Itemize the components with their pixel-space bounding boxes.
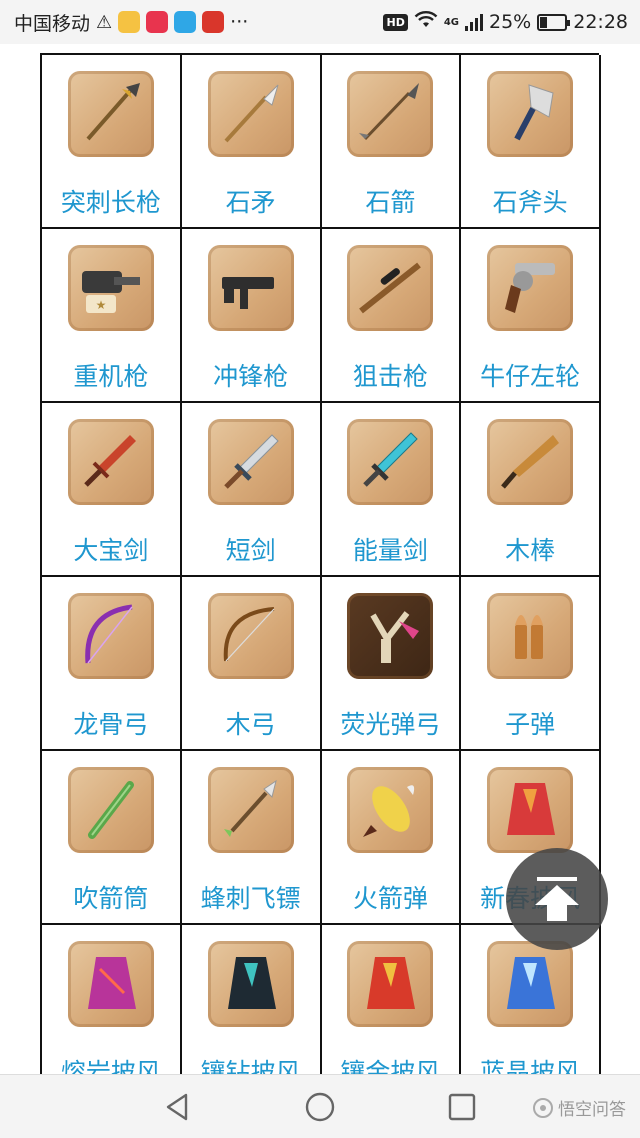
submachine-gun-icon [207, 245, 294, 331]
great-sword-icon [67, 419, 154, 505]
weapon-label: 木弓 [225, 710, 276, 739]
rocket-icon [347, 767, 434, 853]
weapon-cell[interactable]: 蓝晶披风 [461, 925, 601, 1074]
weapon-label: 镶钻披风 [200, 1058, 301, 1074]
weapon-label: 短剑 [225, 536, 276, 565]
diamond-cape-icon [207, 941, 294, 1027]
back-triangle-icon [166, 1093, 188, 1121]
weapon-cell[interactable]: 木弓 [181, 577, 322, 751]
weapon-label: 能量剑 [352, 536, 428, 565]
red-cape-icon [487, 767, 574, 853]
hd-badge: HD [383, 13, 408, 31]
weapon-label: 蓝晶披风 [480, 1058, 581, 1074]
weapon-cell[interactable]: 蜂刺飞镖 [181, 751, 322, 925]
weapon-label: 石斧头 [492, 188, 568, 217]
weapon-cell[interactable]: 石矛 [181, 55, 322, 229]
weapon-label: 木棒 [505, 536, 556, 565]
weapon-cell[interactable]: 吹箭筒 [42, 751, 182, 925]
battery-percent: 25% [489, 11, 532, 33]
weapon-label: 蜂刺飞镖 [200, 884, 301, 913]
weapon-cell[interactable]: 大宝剑 [42, 403, 182, 577]
carrier-text: 中国移动 [14, 12, 91, 35]
news-app-icon [202, 11, 225, 33]
recents-button[interactable] [446, 1091, 478, 1123]
wifi-icon [414, 10, 438, 34]
video-app-icon [146, 11, 169, 33]
home-circle-icon [305, 1092, 335, 1122]
weapon-cell[interactable]: 突刺长枪 [42, 55, 182, 229]
weapon-label: 重机枪 [73, 362, 149, 391]
watermark-logo-icon [533, 1097, 553, 1118]
gold-cape-icon [347, 941, 434, 1027]
weapon-label: 大宝剑 [73, 536, 149, 565]
heavy-machine-gun-icon: ★ [67, 245, 154, 331]
wooden-club-icon [487, 419, 574, 505]
weapon-label: 牛仔左轮 [480, 362, 581, 391]
chat-app-icon [174, 11, 197, 33]
status-bar: 中国移动 ⚠ ··· HD 4G 25% 22:28 [0, 0, 640, 44]
network-type: 4G [443, 16, 459, 28]
weapon-cell[interactable]: 狙击枪 [321, 229, 462, 403]
weapon-cell[interactable]: 牛仔左轮 [461, 229, 601, 403]
stone-spear-icon [207, 71, 294, 157]
signal-icon [465, 13, 483, 31]
back-to-top-button[interactable] [506, 848, 608, 950]
weapon-label: 火箭弹 [352, 884, 428, 913]
home-button[interactable] [304, 1091, 336, 1123]
weapon-label: 荧光弹弓 [340, 710, 441, 739]
battery-icon [537, 13, 571, 31]
dragon-bow-icon [67, 593, 154, 679]
weapon-cell[interactable]: 熔岩披风 [42, 925, 182, 1074]
stone-arrow-icon [347, 71, 434, 157]
blowgun-icon [67, 767, 154, 853]
clock: 22:28 [573, 11, 628, 33]
stone-axe-icon [487, 71, 574, 157]
weapon-label: 熔岩披风 [60, 1058, 161, 1074]
weibo-icon [118, 11, 141, 33]
weapon-cell[interactable]: 木棒 [461, 403, 601, 577]
weapon-label: 镶金披风 [340, 1058, 441, 1074]
lava-cape-icon [67, 941, 154, 1027]
weapon-cell[interactable]: 镶金披风 [322, 925, 462, 1074]
weapon-label: 吹箭筒 [73, 884, 149, 913]
recents-square-icon [448, 1093, 476, 1121]
blue-crystal-cape-icon [487, 941, 574, 1027]
spear-icon [67, 71, 154, 157]
weapon-label: 突刺长枪 [60, 188, 161, 217]
weapon-label: 龙骨弓 [73, 710, 149, 739]
weapon-cell[interactable]: ★ 重机枪 [42, 229, 182, 403]
sniper-rifle-icon [347, 245, 434, 331]
warning-icon: ⚠ [96, 11, 113, 33]
watermark: 悟空问答 [532, 1095, 626, 1120]
weapon-label: 狙击枪 [352, 362, 428, 391]
weapon-cell[interactable]: 短剑 [181, 403, 322, 577]
weapon-label: 子弹 [505, 710, 556, 739]
wooden-bow-icon [207, 593, 294, 679]
weapon-cell[interactable]: 石斧头 [461, 55, 601, 229]
revolver-icon [487, 245, 574, 331]
navigation-bar: 悟空问答 [0, 1074, 640, 1138]
weapon-cell[interactable]: 荧光弹弓 [321, 577, 462, 751]
short-sword-icon [207, 419, 294, 505]
weapon-cell[interactable]: 镶钻披风 [182, 925, 322, 1074]
weapon-cell[interactable]: 冲锋枪 [181, 229, 322, 403]
energy-sword-icon [347, 419, 434, 505]
weapon-cell[interactable]: 火箭弹 [321, 751, 462, 925]
weapon-label: 石矛 [225, 188, 276, 217]
weapon-cell[interactable]: 龙骨弓 [42, 577, 182, 751]
bullets-icon [487, 593, 574, 679]
weapon-label: 石箭 [365, 188, 416, 217]
more-notifications-icon: ··· [230, 11, 249, 33]
back-to-top-icon [535, 877, 579, 921]
svg-text:★: ★ [95, 298, 106, 312]
dart-icon [207, 767, 294, 853]
watermark-text: 悟空问答 [558, 1100, 626, 1120]
weapon-cell[interactable]: 石箭 [321, 55, 462, 229]
back-button[interactable] [162, 1091, 194, 1123]
slingshot-icon [347, 593, 434, 679]
weapon-cell[interactable]: 子弹 [461, 577, 601, 751]
weapon-label: 冲锋枪 [213, 362, 289, 391]
weapon-cell[interactable]: 能量剑 [321, 403, 462, 577]
